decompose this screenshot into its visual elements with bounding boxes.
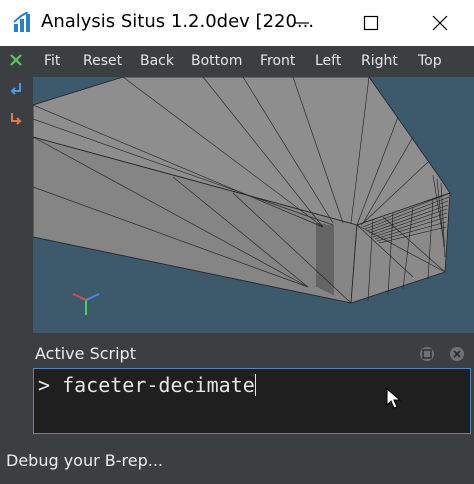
float-panel-icon[interactable] <box>419 346 435 362</box>
view-toolbar: Fit Reset Back Bottom Front Left Right T… <box>33 46 474 77</box>
back-view-button[interactable]: Back <box>140 46 174 77</box>
window-title: Analysis Situs 1.2.0dev [220... <box>41 11 315 32</box>
front-view-button[interactable]: Front <box>260 46 295 77</box>
script-console[interactable]: > faceter-decimate <box>33 368 471 434</box>
close-icon <box>432 15 448 31</box>
maximize-button[interactable] <box>348 0 394 46</box>
close-x-icon[interactable] <box>8 52 24 68</box>
text-caret <box>254 374 256 396</box>
fit-button[interactable]: Fit <box>44 46 60 77</box>
top-view-button[interactable]: Top <box>418 46 442 77</box>
close-panel-icon[interactable] <box>449 346 465 362</box>
bottom-view-button[interactable]: Bottom <box>191 46 242 77</box>
mouse-pointer-icon <box>386 388 402 409</box>
minimize-button[interactable] <box>279 0 325 46</box>
reset-button[interactable]: Reset <box>83 46 122 77</box>
right-view-button[interactable]: Right <box>361 46 398 77</box>
console-line: > faceter-decimate <box>38 373 256 397</box>
console-command: faceter-decimate <box>62 373 255 397</box>
undo-arrow-icon[interactable] <box>8 80 24 96</box>
script-panel-header: Active Script <box>33 341 474 368</box>
close-window-button[interactable] <box>417 0 463 46</box>
status-text: Debug your B-rep... <box>6 451 163 470</box>
panel-splitter[interactable] <box>33 333 474 341</box>
left-view-button[interactable]: Left <box>315 46 341 77</box>
script-panel-title: Active Script <box>35 344 136 363</box>
maximize-icon <box>363 15 379 31</box>
app-logo-icon <box>12 11 34 34</box>
minimize-icon <box>295 22 309 24</box>
console-prompt: > <box>38 373 51 397</box>
axis-triad-icon <box>72 293 100 315</box>
redo-arrow-icon[interactable] <box>8 110 24 126</box>
title-bar: Analysis Situs 1.2.0dev [220... <box>0 0 474 46</box>
3d-viewport[interactable] <box>33 77 474 333</box>
status-bar: Debug your B-rep... <box>0 438 474 484</box>
left-toolbar <box>0 46 33 438</box>
